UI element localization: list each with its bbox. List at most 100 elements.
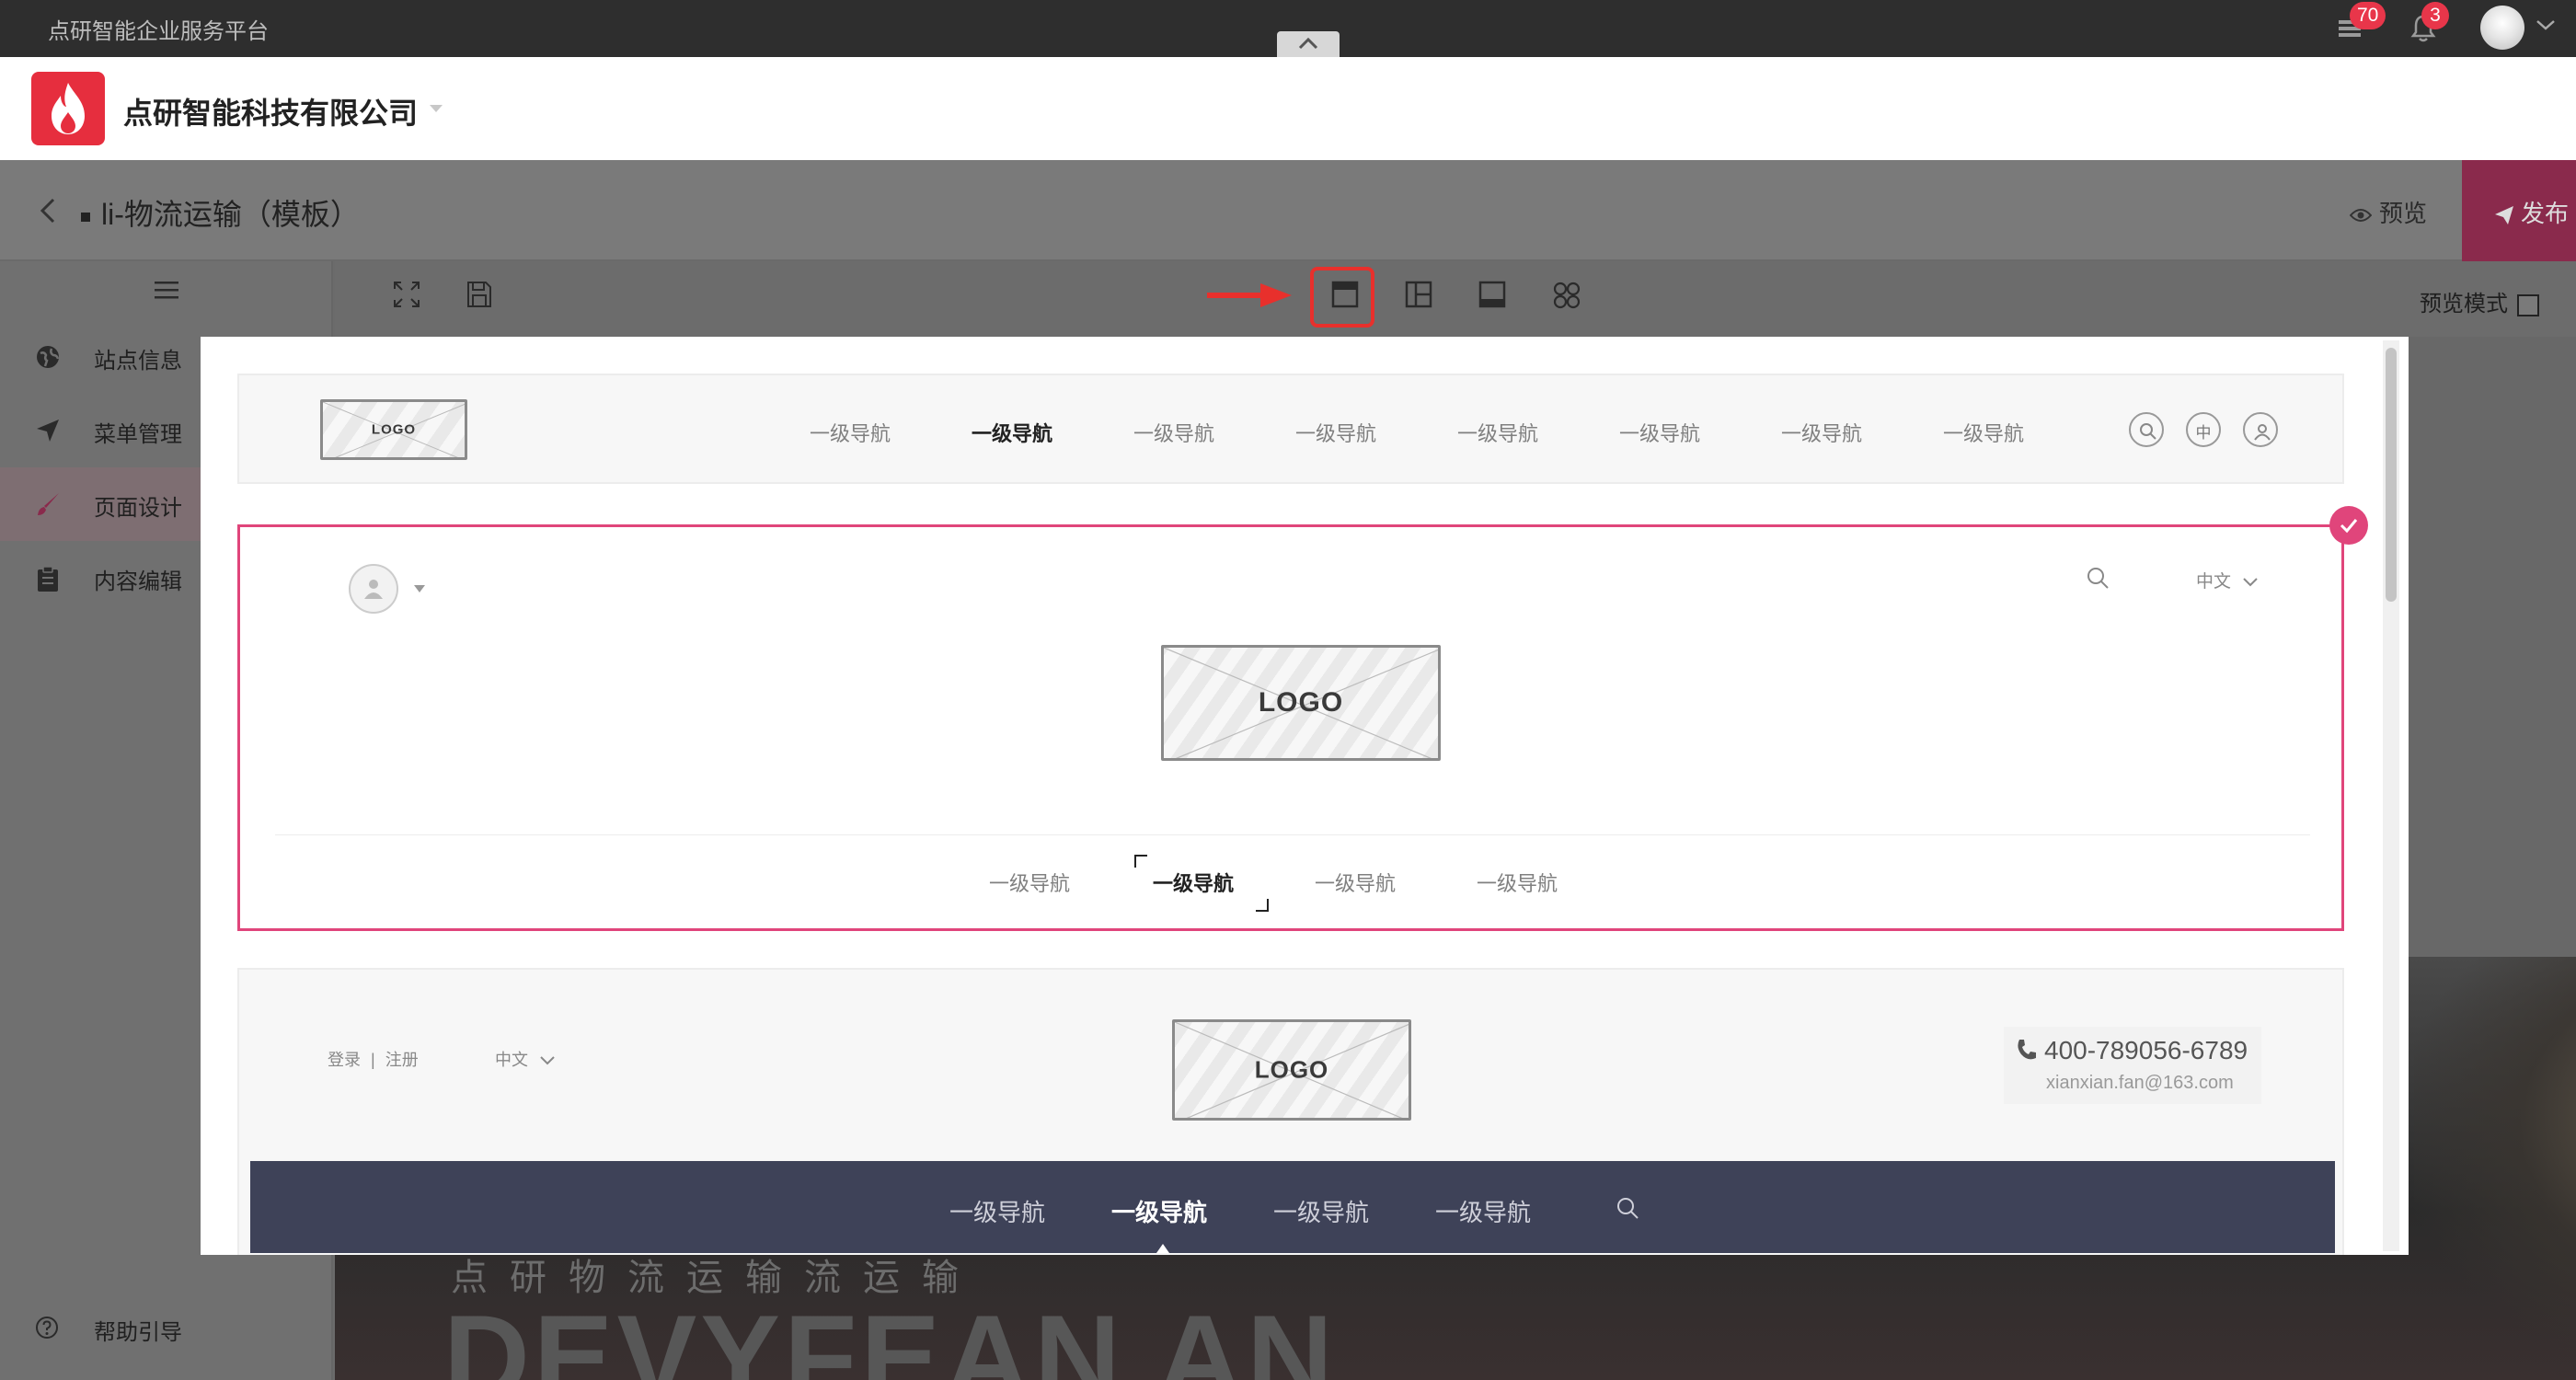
nav-item: 一级导航 bbox=[1315, 872, 1397, 895]
preview-mode-toggle[interactable]: 预览模式 bbox=[2420, 285, 2539, 317]
chevron-down-icon[interactable] bbox=[2536, 18, 2556, 31]
question-circle-icon bbox=[36, 1317, 58, 1339]
page-title: li-物流运输（模板） bbox=[81, 191, 360, 234]
active-bracket-top bbox=[1134, 855, 1147, 868]
nav-item: 一级导航 bbox=[949, 1199, 1046, 1226]
user-icon bbox=[364, 580, 383, 599]
bell-badge: 3 bbox=[2421, 2, 2449, 29]
divider bbox=[275, 834, 2310, 835]
logo-placeholder: LOGO bbox=[1172, 1019, 1411, 1121]
separator: | bbox=[371, 1051, 375, 1069]
fullscreen-icon[interactable] bbox=[392, 280, 421, 309]
header-template-2[interactable]: 中文 LOGO 一级导航 一级导航 一级导航 一级导航 bbox=[237, 524, 2344, 931]
sidebar-item-label: 内容编辑 bbox=[94, 569, 182, 594]
save-icon[interactable] bbox=[466, 280, 493, 309]
sidebar-item-label: 站点信息 bbox=[94, 349, 182, 374]
contact-block: 400-789056-6789 xianxian.fan@163.com bbox=[2004, 1027, 2261, 1104]
help-label: 帮助引导 bbox=[94, 1320, 182, 1345]
header-template-picker: LOGO 一级导航 一级导航 一级导航 一级导航 一级导航 一级导航 一级导航 … bbox=[201, 337, 2409, 1255]
header-template-3[interactable]: 登录 | 注册 中文 LOGO 400-789056-6789 xianxian… bbox=[237, 968, 2344, 1255]
platform-bar: 点研智能企业服务平台 70 3 bbox=[0, 0, 2576, 57]
list-badge: 70 bbox=[2350, 2, 2386, 29]
clipboard-icon bbox=[38, 566, 58, 592]
navigation-icon bbox=[37, 420, 59, 442]
search-icon bbox=[2087, 568, 2109, 589]
chevron-down-icon bbox=[2243, 578, 2259, 587]
send-icon bbox=[2495, 206, 2513, 225]
preview-button[interactable]: 预览 bbox=[2349, 195, 2428, 229]
language-select: 中文 bbox=[2196, 568, 2259, 592]
register-link: 注册 bbox=[385, 1051, 419, 1069]
phone-icon bbox=[2018, 1040, 2036, 1060]
active-bracket-bottom bbox=[1256, 899, 1269, 912]
publish-label: 发布 bbox=[2521, 200, 2570, 227]
nav-item: 一级导航 bbox=[972, 422, 1053, 445]
preview-mode-checkbox[interactable] bbox=[2517, 293, 2539, 316]
nav-item: 一级导航 bbox=[1273, 1199, 1370, 1226]
scrollbar-thumb[interactable] bbox=[2386, 348, 2397, 602]
nav-item: 一级导航 bbox=[1153, 872, 1235, 895]
globe-icon bbox=[37, 346, 60, 368]
logo-text: LOGO bbox=[1258, 687, 1344, 718]
contact-email: xianxian.fan@163.com bbox=[2046, 1073, 2234, 1093]
nav-item: 一级导航 bbox=[1457, 422, 1539, 445]
page-title-text: li-物流运输（模板） bbox=[101, 198, 360, 231]
language-label: 中文 bbox=[495, 1051, 528, 1069]
caret-down-icon[interactable] bbox=[429, 103, 443, 114]
nav-item: 一级导航 bbox=[1619, 422, 1701, 445]
login-link: 登录 bbox=[328, 1051, 361, 1069]
language-label: 中文 bbox=[2196, 572, 2232, 592]
selected-tool-highlight bbox=[1310, 267, 1374, 328]
language-icon-text: 中 bbox=[2195, 424, 2212, 442]
login-register: 登录 | 注册 bbox=[328, 1047, 419, 1071]
language-select: 中文 bbox=[495, 1047, 555, 1071]
eye-icon bbox=[2349, 209, 2373, 223]
nav-item: 一级导航 bbox=[1435, 1199, 1532, 1226]
language-circle-icon: 中 bbox=[2186, 412, 2221, 447]
flame-icon bbox=[52, 83, 85, 134]
logo-placeholder: LOGO bbox=[1161, 645, 1441, 761]
preview-label: 预览 bbox=[2379, 200, 2428, 227]
nav-item: 一级导航 bbox=[1781, 422, 1863, 445]
user-avatar[interactable] bbox=[2480, 6, 2524, 50]
nav-item: 一级导航 bbox=[1477, 872, 1558, 895]
user-avatar-placeholder bbox=[349, 564, 398, 614]
user-circle-icon bbox=[2243, 412, 2278, 447]
collapse-toggle[interactable] bbox=[1277, 31, 1340, 57]
modal-scrollbar[interactable] bbox=[2383, 340, 2399, 1251]
brush-icon bbox=[38, 493, 59, 515]
nav-item: 一级导航 bbox=[1295, 422, 1377, 445]
caret-down-icon bbox=[414, 585, 425, 592]
logo-placeholder: LOGO bbox=[320, 399, 467, 460]
search-circle-icon bbox=[2129, 412, 2164, 447]
contact-phone: 400-789056-6789 bbox=[2044, 1036, 2248, 1064]
search-icon bbox=[1617, 1198, 1639, 1219]
company-bar: 点研智能科技有限公司 bbox=[0, 57, 2576, 160]
header-template-1[interactable]: LOGO 一级导航 一级导航 一级导航 一级导航 一级导航 一级导航 一级导航 … bbox=[237, 374, 2344, 484]
red-arrow-icon bbox=[1207, 283, 1292, 307]
chevron-down-icon bbox=[540, 1056, 555, 1065]
help-guide[interactable]: 帮助引导 bbox=[0, 1301, 333, 1356]
company-logo bbox=[31, 72, 105, 145]
sidebar-item-label: 菜单管理 bbox=[94, 422, 182, 447]
editor-header: li-物流运输（模板） 预览 发布 bbox=[0, 160, 2576, 261]
nav-item: 一级导航 bbox=[810, 422, 891, 445]
nav-item: 一级导航 bbox=[1133, 422, 1215, 445]
platform-title: 点研智能企业服务平台 bbox=[48, 19, 269, 44]
footer-layout-icon[interactable] bbox=[1478, 280, 1507, 309]
company-name[interactable]: 点研智能科技有限公司 bbox=[123, 90, 418, 132]
active-triangle-icon bbox=[1156, 1244, 1169, 1253]
menu-icon[interactable] bbox=[155, 280, 178, 300]
toolbar bbox=[335, 261, 2576, 337]
nav-item: 一级导航 bbox=[1943, 422, 2025, 445]
logo-text: LOGO bbox=[1254, 1055, 1329, 1084]
selected-check-icon bbox=[2329, 506, 2368, 545]
sidebar-item-label: 页面设计 bbox=[94, 496, 182, 521]
publish-button[interactable]: 发布 bbox=[2462, 160, 2576, 261]
column-layout-icon[interactable] bbox=[1404, 280, 1433, 309]
back-arrow-icon[interactable] bbox=[39, 197, 57, 224]
components-icon[interactable] bbox=[1551, 280, 1582, 311]
chevron-up-icon bbox=[1298, 37, 1318, 50]
dark-nav-bar: 一级导航 一级导航 一级导航 一级导航 bbox=[250, 1161, 2335, 1253]
nav-item: 一级导航 bbox=[1111, 1199, 1208, 1226]
